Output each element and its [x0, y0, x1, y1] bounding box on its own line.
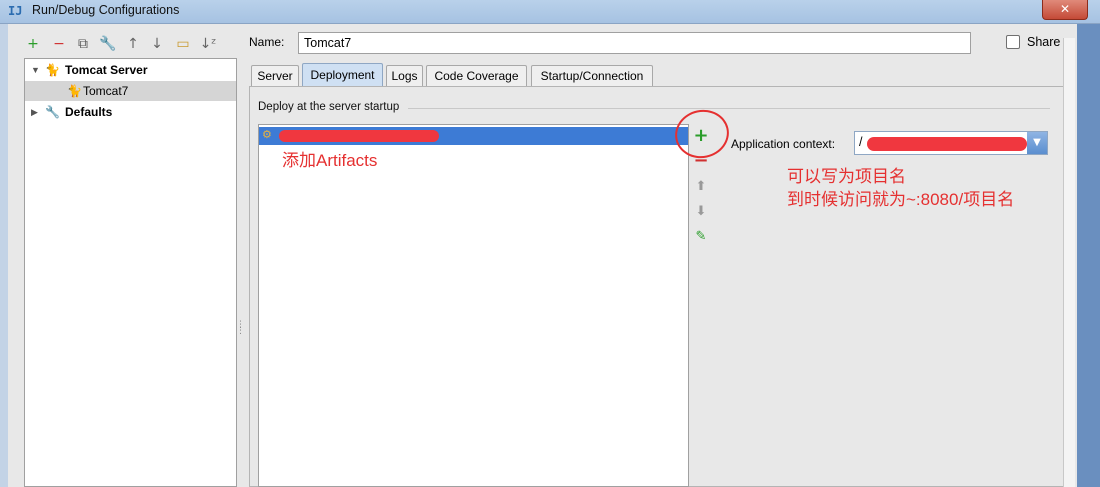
add-icon[interactable]: +: [24, 34, 42, 54]
close-button[interactable]: ✕: [1042, 0, 1088, 20]
name-label: Name:: [249, 35, 285, 49]
move-down-icon[interactable]: ⬇: [693, 204, 709, 220]
section-divider: [408, 108, 1050, 109]
tree-item-label: Tomcat Server: [65, 63, 148, 77]
section-title: Deploy at the server startup: [258, 101, 400, 113]
desktop-background-right: [1077, 24, 1100, 487]
redaction-mark: [279, 130, 439, 142]
window-title: Run/Debug Configurations: [32, 3, 180, 17]
tab-deployment[interactable]: Deployment: [302, 63, 383, 87]
splitter-handle[interactable]: ⋮ ⋮: [236, 321, 245, 342]
desktop-background-left: [0, 24, 8, 487]
collapse-arrow-icon[interactable]: ▶: [31, 102, 38, 122]
share-checkbox[interactable]: [1006, 35, 1020, 49]
edit-icon[interactable]: ✎: [693, 229, 709, 245]
artifact-list[interactable]: ⚙: [258, 124, 689, 487]
wrench-icon[interactable]: 🔧: [99, 34, 117, 54]
tree-item-tomcat-server[interactable]: ▼ 🐈 Tomcat Server: [25, 60, 236, 80]
application-context-value: /: [859, 135, 863, 149]
application-context-label: Application context:: [731, 137, 836, 151]
tomcat-icon: 🐈: [45, 63, 60, 77]
tab-logs[interactable]: Logs: [386, 65, 423, 87]
move-down-icon[interactable]: ↓: [148, 34, 166, 54]
vertical-scrollbar[interactable]: [1063, 38, 1075, 487]
tree-item-label: Defaults: [65, 105, 113, 119]
annotation-context-hint-2: 到时候访问就为~:8080/项目名: [787, 190, 1015, 209]
artifact-icon: ⚙: [262, 128, 272, 141]
application-context-combo[interactable]: / ▼: [854, 131, 1048, 155]
wrench-icon: 🔧: [45, 105, 60, 119]
expand-arrow-icon[interactable]: ▼: [31, 60, 40, 80]
tab-startup-connection[interactable]: Startup/Connection: [531, 65, 653, 87]
share-label: Share: [1027, 35, 1061, 49]
move-up-icon[interactable]: ↑: [124, 34, 142, 54]
tree-item-defaults[interactable]: ▶ 🔧 Defaults: [25, 102, 236, 122]
tab-code-coverage[interactable]: Code Coverage: [426, 65, 527, 87]
annotation-add-artifacts: 添加Artifacts: [282, 151, 378, 170]
tree-item-tomcat7[interactable]: 🐈 Tomcat7: [25, 81, 236, 101]
tomcat-icon: 🐈: [67, 84, 82, 98]
intellij-app-icon: IJ: [8, 4, 23, 18]
copy-icon[interactable]: ⧉: [74, 34, 92, 54]
annotation-context-hint-1: 可以写为项目名: [787, 167, 906, 186]
configurations-toolbar: + − ⧉ 🔧 ↑ ↓ ▭ ↓ᶻ: [24, 34, 236, 56]
artifact-row[interactable]: ⚙: [259, 127, 688, 145]
redaction-mark: [867, 137, 1027, 151]
move-up-icon[interactable]: ⬆: [693, 179, 709, 195]
folder-icon[interactable]: ▭: [174, 34, 192, 54]
tab-server[interactable]: Server: [251, 65, 299, 87]
sort-icon[interactable]: ↓ᶻ: [199, 34, 217, 54]
remove-icon[interactable]: −: [50, 34, 68, 54]
name-input[interactable]: Tomcat7: [298, 32, 971, 54]
tree-item-label: Tomcat7: [83, 84, 129, 98]
window-titlebar: IJ Run/Debug Configurations ✕: [0, 0, 1100, 24]
configurations-tree[interactable]: ▼ 🐈 Tomcat Server 🐈 Tomcat7 ▶ 🔧 Defaults: [24, 58, 237, 487]
chevron-down-icon[interactable]: ▼: [1027, 132, 1047, 154]
